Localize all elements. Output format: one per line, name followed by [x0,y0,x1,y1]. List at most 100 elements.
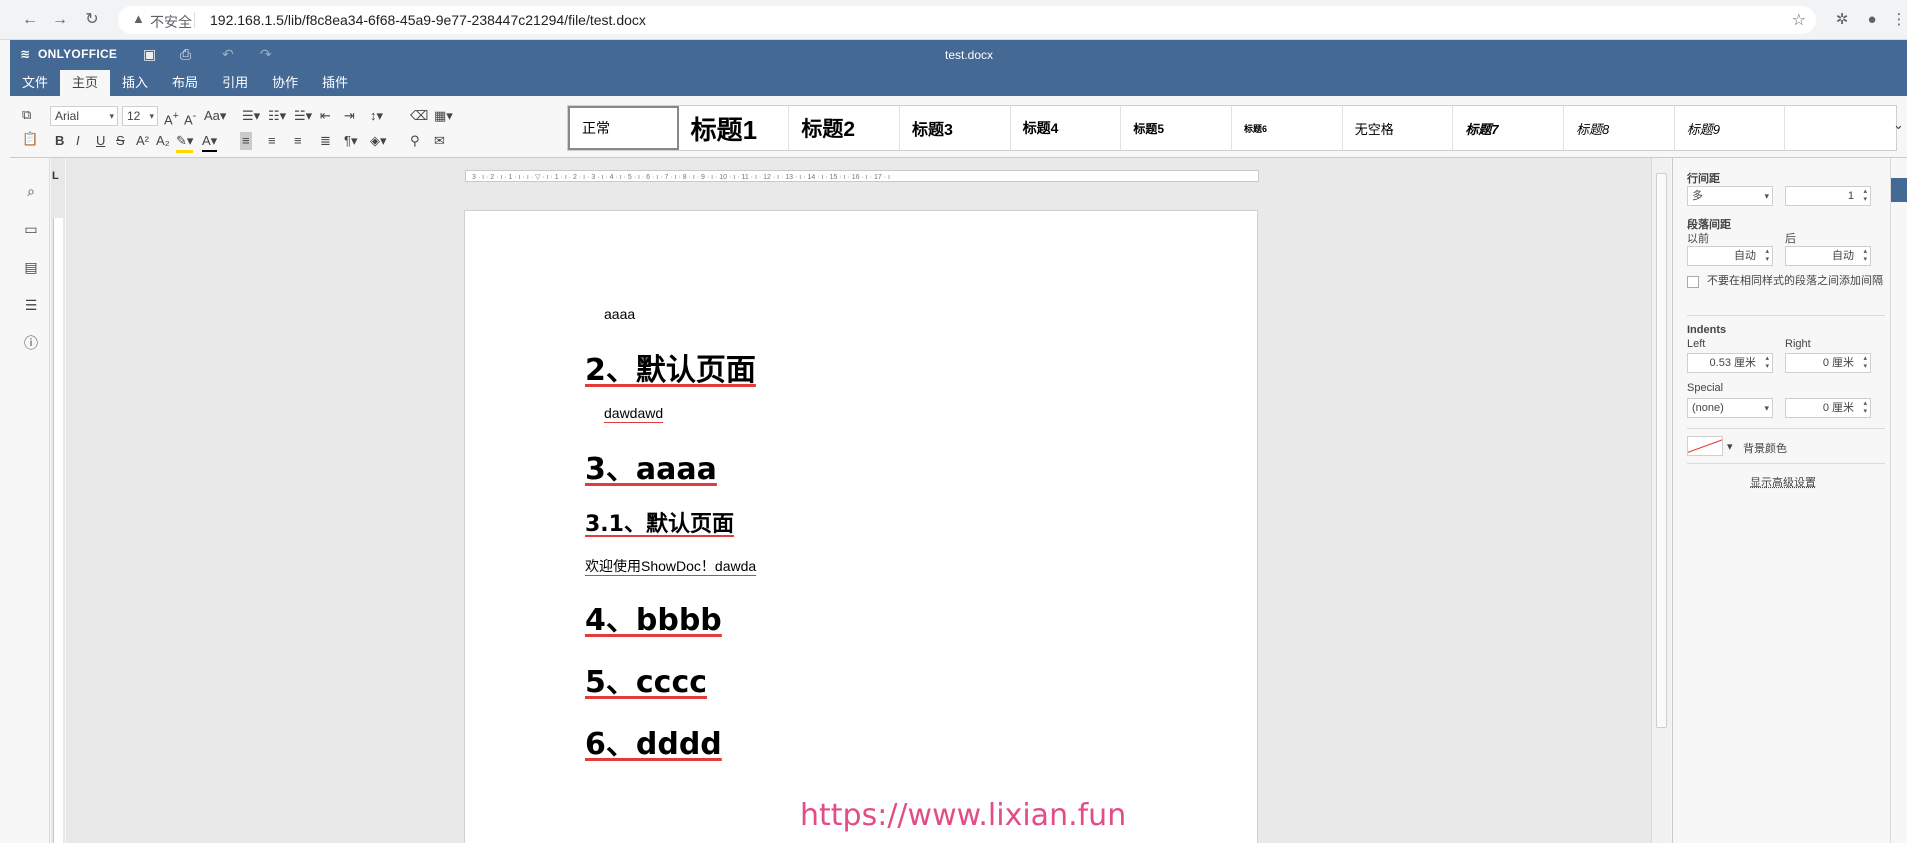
address-bar[interactable]: ▲ 不安全 192.168.1.5/lib/f8c8ea34-6f68-45a9… [118,6,1816,34]
heading-3-1[interactable]: 3.1、默认页面 [585,506,734,538]
navigation-icon[interactable]: ☰ [22,296,40,314]
redo-icon[interactable]: ↷ [260,46,272,63]
style-no-spacing[interactable]: 无空格 [1343,106,1454,150]
decrease-indent-icon[interactable]: ⇤ [320,107,331,125]
style-heading-6[interactable]: 标题6 [1232,106,1343,150]
copy-style-icon[interactable]: ⚲ [410,132,420,150]
back-icon[interactable]: ← [20,10,40,30]
tab-collaboration[interactable]: 协作 [260,70,310,96]
url-text[interactable]: 192.168.1.5/lib/f8c8ea34-6f68-45a9-9e77-… [210,12,646,28]
style-heading-9[interactable]: 标题9 [1675,106,1786,150]
tab-layout[interactable]: 布局 [160,70,210,96]
vertical-ruler[interactable] [51,158,65,843]
numbered-list-icon[interactable]: ☷▾ [268,107,286,125]
font-color-icon[interactable]: A▾ [202,132,218,152]
profile-icon[interactable]: ● [1862,10,1882,30]
bold-icon[interactable]: B [55,132,64,150]
paragraph-dawdawd[interactable]: dawdawd [604,405,663,421]
heading-2[interactable]: 2、默认页面 [585,345,756,389]
bookmark-star-icon[interactable]: ☆ [1792,10,1806,30]
spacing-after-input[interactable]: 自动 ▴ ▾ [1785,246,1871,266]
forward-icon[interactable]: → [50,10,70,30]
style-heading-3[interactable]: 标题3 [900,106,1011,150]
reload-icon[interactable]: ↻ [82,10,102,30]
copy-icon[interactable]: ⧉ [22,106,31,124]
paste-icon[interactable]: 📋 [22,130,38,148]
style-normal[interactable]: 正常 [568,106,679,150]
line-spacing-icon[interactable]: ↕▾ [370,107,383,125]
vertical-scrollbar[interactable] [1651,158,1671,843]
document-page[interactable] [464,210,1258,843]
spinner-icon[interactable]: ▴ ▾ [1863,400,1867,416]
tab-home[interactable]: 主页 [60,70,111,96]
spinner-icon[interactable]: ▴ ▾ [1863,248,1867,264]
style-heading-5[interactable]: 标题5 [1121,106,1233,150]
underline-icon[interactable]: U [96,132,105,150]
tab-plugins[interactable]: 插件 [310,70,360,96]
spacing-before-input[interactable]: 自动 ▴ ▾ [1687,246,1773,266]
comments-icon[interactable]: ▭ [22,220,40,238]
increase-indent-icon[interactable]: ⇥ [344,107,355,125]
show-advanced-settings-link[interactable]: 显示高级设置 [1750,474,1816,490]
line-spacing-mode-select[interactable]: 多 ▾ [1687,186,1773,206]
tab-stop-icon[interactable]: L [52,170,59,182]
font-name-select[interactable]: Arial ▾ [50,106,118,126]
highlight-icon[interactable]: ✎▾ [176,132,194,153]
background-color-picker[interactable] [1687,436,1723,456]
heading-3[interactable]: 3、aaaa [585,444,717,488]
clear-format-icon[interactable]: ⌫ [410,107,428,125]
style-heading-1[interactable]: 标题1 [679,106,790,150]
change-case-icon[interactable]: Aa▾ [204,107,226,125]
superscript-icon[interactable]: A² [136,132,149,150]
multilevel-list-icon[interactable]: ☱▾ [294,107,312,125]
strikethrough-icon[interactable]: S [116,132,125,150]
horizontal-ruler[interactable]: 3 · ı · 2 · ı · 1 · ı · ı · ▽ · ı · 1 · … [465,170,1259,182]
indent-right-input[interactable]: 0 厘米 ▴ ▾ [1785,353,1871,373]
style-heading-4[interactable]: 标题4 [1011,106,1122,150]
print-icon[interactable]: ⎙ [180,46,191,63]
info-icon[interactable]: ⓘ [22,334,40,352]
bullet-list-icon[interactable]: ☰▾ [242,107,260,125]
menu-kebab-icon[interactable]: ⋮ [1889,10,1907,30]
spinner-icon[interactable]: ▴ ▾ [1863,188,1867,204]
no-spacing-checkbox[interactable] [1687,276,1699,288]
heading-5[interactable]: 5、cccc [585,657,707,701]
paragraph-aaaa[interactable]: aaaa [604,306,635,322]
tab-file[interactable]: 文件 [10,70,60,96]
paragraph-marks-icon[interactable]: ¶▾ [344,132,358,150]
mail-merge-icon[interactable]: ✉ [434,132,445,150]
shading-icon[interactable]: ◈▾ [370,132,387,150]
paragraph-welcome[interactable]: 欢迎使用ShowDoc！dawda [585,556,756,576]
indent-left-input[interactable]: 0.53 厘米 ▴ ▾ [1687,353,1773,373]
tab-insert[interactable]: 插入 [110,70,160,96]
style-heading-7[interactable]: 标题7 [1453,106,1565,150]
styles-more-icon[interactable]: ⌄ [1893,116,1904,134]
style-heading-8[interactable]: 标题8 [1564,106,1675,150]
spinner-icon[interactable]: ▴ ▾ [1765,248,1769,264]
spinner-icon[interactable]: ▴ ▾ [1863,355,1867,371]
search-icon[interactable]: ⌕ [22,182,40,200]
special-amount-input[interactable]: 0 厘米 ▴ ▾ [1785,398,1871,418]
line-spacing-value-input[interactable]: 1 ▴ ▾ [1785,186,1871,206]
justify-icon[interactable]: ≣ [320,132,331,150]
align-right-icon[interactable]: ≡ [294,132,302,150]
chevron-down-icon[interactable]: ▾ [1727,440,1733,453]
italic-icon[interactable]: I [76,132,80,150]
special-indent-select[interactable]: (none) ▾ [1687,398,1773,418]
scrollbar-thumb[interactable] [1656,173,1667,728]
subscript-icon[interactable]: A₂ [156,132,170,150]
heading-6[interactable]: 6、dddd [585,719,722,763]
chat-icon[interactable]: ▤ [22,258,40,276]
style-heading-2[interactable]: 标题2 [789,106,901,150]
save-icon[interactable]: ▣ [143,46,156,63]
heading-4[interactable]: 4、bbbb [585,595,722,639]
paragraph-settings-tab[interactable] [1891,178,1907,202]
spinner-icon[interactable]: ▴ ▾ [1765,355,1769,371]
extensions-icon[interactable]: ✲ [1832,10,1852,30]
font-size-select[interactable]: 12 ▾ [122,106,158,126]
undo-icon[interactable]: ↶ [222,46,234,63]
color-scheme-icon[interactable]: ▦▾ [434,107,453,125]
increase-font-icon[interactable]: A+ [164,107,179,129]
tab-references[interactable]: 引用 [210,70,260,96]
decrease-font-icon[interactable]: A- [184,107,196,129]
